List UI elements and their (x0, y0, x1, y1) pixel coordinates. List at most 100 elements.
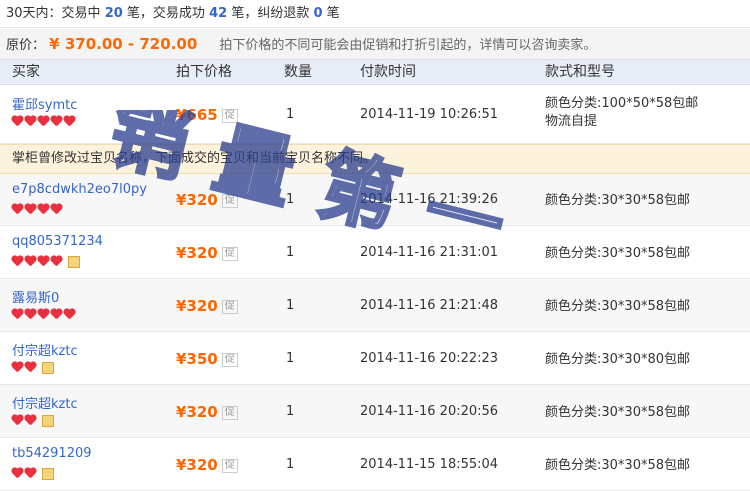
heart-icon (12, 204, 23, 215)
buyer-credit-hearts (12, 116, 77, 130)
dispute-count: 0 (313, 6, 323, 21)
spec-info: 颜色分类:100*50*58包邮 物流自提 (545, 95, 698, 131)
spec-variant: 颜色分类:30*30*80包邮 (545, 352, 691, 367)
promo-tag: 促 (221, 405, 238, 420)
summary-text-2: 笔，纠纷退款 (231, 6, 310, 21)
table-row: 露易斯0 ¥320 促 1 2014-11-16 21:21:48 颜色分类:30*30*… (0, 279, 750, 332)
spec-info: 颜色分类:30*30*58包邮 (545, 457, 690, 475)
summary-text-3: 笔 (326, 6, 340, 21)
payment-time: 2014-11-15 18:55:04 (360, 457, 499, 472)
heart-icon (12, 256, 23, 267)
deal-price-value: ¥320 (176, 456, 218, 474)
header-buyer: 买家 (12, 64, 40, 80)
header-time: 付款时间 (360, 64, 416, 80)
buyer-link[interactable]: e7p8cdwkh2eo7l0py (12, 182, 147, 197)
deal-price-value: ¥320 (176, 191, 218, 209)
heart-icon (38, 256, 49, 267)
header-spec: 款式和型号 (545, 64, 615, 80)
deal-price-value: ¥320 (176, 297, 218, 315)
quantity: 1 (286, 351, 295, 366)
heart-icon (25, 256, 36, 267)
deal-price: ¥320 促 (176, 297, 238, 315)
buyer-credit-hearts (12, 362, 54, 376)
price-note: 拍下价格的不同可能会由促销和打折引起的，详情可以咨询卖家。 (219, 38, 597, 53)
quantity: 1 (286, 245, 295, 260)
table-row: tb54291209 ¥320 促 1 2014-11-15 18:55:04 颜色分类:… (0, 438, 750, 491)
quantity: 1 (286, 298, 295, 313)
payment-time: 2014-11-16 21:21:48 (360, 298, 499, 313)
promo-tag: 促 (221, 299, 238, 314)
quantity: 1 (286, 192, 295, 207)
trading-count: 20 (104, 6, 123, 21)
heart-icon (12, 468, 23, 479)
spec-info: 颜色分类:30*30*58包邮 (545, 404, 690, 422)
heart-icon (12, 309, 23, 320)
deal-price: ¥320 促 (176, 244, 238, 262)
buyer-link[interactable]: 付宗超kztc (12, 340, 78, 359)
table-row: 霍邱symtc ¥665 促 1 2014-11-19 10:26:51 颜色分类:100… (0, 86, 750, 144)
spec-variant: 颜色分类:30*30*58包邮 (545, 193, 691, 208)
promo-tag: 促 (221, 458, 238, 473)
spec-info: 颜色分类:30*30*80包邮 (545, 351, 690, 369)
heart-icon (25, 415, 36, 426)
heart-icon (64, 309, 75, 320)
table-row: 付宗超kztc ¥320 促 1 2014-11-16 20:20:56 颜色分类:30*… (0, 385, 750, 438)
payment-time: 2014-11-16 20:20:56 (360, 404, 499, 419)
table-row: e7p8cdwkh2eo7l0py ¥320 促 1 2014-11-16 21:39:… (0, 174, 750, 226)
promo-tag: 促 (221, 246, 238, 261)
deal-price-value: ¥665 (176, 106, 218, 124)
promo-tag: 促 (221, 108, 238, 123)
original-price-bar: 原价： ¥ 370.00 - 720.00 拍下价格的不同可能会由促销和打折引起… (0, 29, 750, 59)
vip-badge-icon (68, 256, 80, 268)
header-qty: 数量 (284, 64, 312, 80)
buyer-credit-hearts (12, 309, 77, 323)
heart-icon (25, 468, 36, 479)
vip-badge-icon (42, 468, 54, 480)
buyer-link[interactable]: 霍邱symtc (12, 94, 77, 113)
heart-icon (51, 116, 62, 127)
deal-price: ¥665 促 (176, 106, 238, 124)
original-price-range: ¥ 370.00 - 720.00 (49, 35, 198, 53)
spec-variant: 颜色分类:30*30*58包邮 (545, 299, 691, 314)
buyer-link[interactable]: tb54291209 (12, 446, 92, 461)
table-row: 付宗超kztc ¥350 促 1 2014-11-16 20:22:23 颜色分类:30*… (0, 332, 750, 385)
deal-price-value: ¥350 (176, 350, 218, 368)
heart-icon (25, 116, 36, 127)
quantity: 1 (286, 404, 295, 419)
deal-price: ¥350 促 (176, 350, 238, 368)
deal-price: ¥320 促 (176, 191, 238, 209)
table-header: 买家 拍下价格 数量 付款时间 款式和型号 (0, 59, 750, 85)
deal-price-value: ¥320 (176, 244, 218, 262)
promo-tag: 促 (221, 352, 238, 367)
table-row: qq805371234 ¥320 促 1 2014-11-16 21:31:01 颜色分类… (0, 226, 750, 279)
spec-variant: 颜色分类:30*30*58包邮 (545, 405, 691, 420)
payment-time: 2014-11-16 21:31:01 (360, 245, 499, 260)
spec-variant: 颜色分类:100*50*58包邮 (545, 96, 699, 111)
buyer-link[interactable]: 付宗超kztc (12, 393, 78, 412)
heart-icon (12, 116, 23, 127)
heart-icon (38, 309, 49, 320)
header-price: 拍下价格 (176, 64, 232, 80)
deal-price-value: ¥320 (176, 403, 218, 421)
payment-time: 2014-11-19 10:26:51 (360, 107, 499, 122)
heart-icon (25, 362, 36, 373)
spec-delivery: 物流自提 (545, 114, 598, 129)
buyer-link[interactable]: 露易斯0 (12, 287, 59, 306)
spec-info: 颜色分类:30*30*58包邮 (545, 298, 690, 316)
summary-prefix: 30天内：交易中 (6, 6, 101, 21)
spec-info: 颜色分类:30*30*58包邮 (545, 192, 690, 210)
success-count: 42 (209, 6, 228, 21)
quantity: 1 (286, 107, 295, 122)
payment-time: 2014-11-16 20:22:23 (360, 351, 499, 366)
spec-variant: 颜色分类:30*30*58包邮 (545, 458, 691, 473)
heart-icon (25, 204, 36, 215)
buyer-link[interactable]: qq805371234 (12, 234, 103, 249)
heart-icon (12, 415, 23, 426)
original-price-label: 原价： (6, 38, 46, 53)
spec-variant: 颜色分类:30*30*58包邮 (545, 246, 691, 261)
buyer-credit-hearts (12, 415, 54, 429)
deal-price: ¥320 促 (176, 403, 238, 421)
heart-icon (38, 116, 49, 127)
summary-bar: 30天内：交易中 20 笔，交易成功 42 笔，纠纷退款 0 笔 (0, 0, 750, 28)
summary-text-1: 笔，交易成功 (126, 6, 205, 21)
